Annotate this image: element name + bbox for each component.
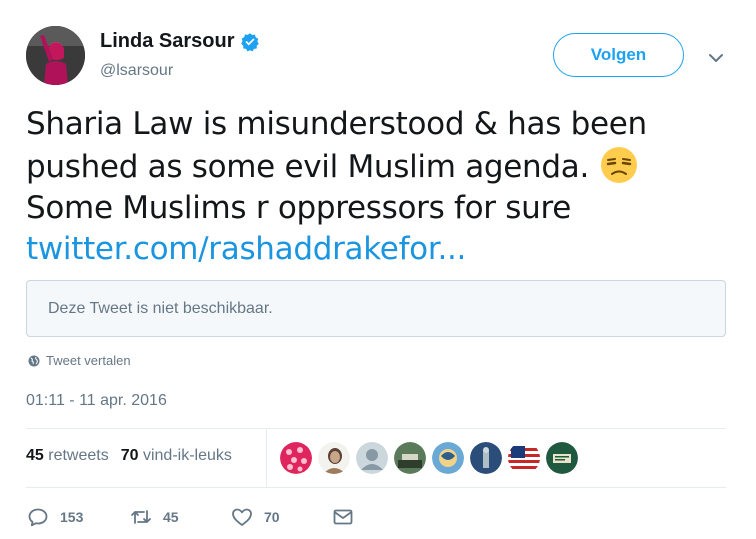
vertical-divider: [266, 429, 267, 487]
retweets-count: 45: [26, 447, 44, 464]
reply-button[interactable]: 153: [26, 505, 129, 529]
liker-avatar[interactable]: [356, 442, 388, 474]
reply-icon: [28, 508, 48, 527]
retweets-label: retweets: [48, 447, 109, 464]
liker-avatar[interactable]: [432, 442, 464, 474]
liker-avatar[interactable]: [546, 442, 578, 474]
liker-avatar[interactable]: [508, 442, 540, 474]
heart-icon: [232, 508, 252, 526]
tweet-actions: 153 45 70: [26, 505, 355, 529]
tweet-line-text: pushed as some evil Muslim agenda.: [26, 149, 590, 185]
likes-label: vind-ik-leuks: [142, 447, 232, 464]
author-name-row: Linda Sarsour: [100, 30, 260, 53]
unamused-face-icon: [601, 147, 638, 183]
quoted-tweet-unavailable: Deze Tweet is niet beschikbaar.: [26, 280, 726, 337]
likes-stat[interactable]: 70 vind-ik-leuks: [121, 447, 232, 465]
translate-tweet-link[interactable]: Tweet vertalen: [28, 353, 131, 368]
author-avatar[interactable]: [26, 26, 85, 85]
tweet-text: Sharia Law is misunderstood & has been p…: [26, 104, 726, 270]
reply-count: 153: [60, 509, 84, 525]
liker-avatar[interactable]: [280, 442, 312, 474]
retweet-icon: [131, 510, 151, 524]
envelope-icon: [333, 509, 353, 525]
tweet-line: Sharia Law is misunderstood & has been: [26, 106, 647, 142]
likes-count: 70: [120, 447, 139, 464]
divider: [26, 428, 726, 429]
tweet-link[interactable]: twitter.com/rashaddrakefor...: [26, 229, 726, 270]
tweet-line: Some Muslims r oppressors for sure: [26, 190, 572, 226]
retweet-button[interactable]: 45: [129, 505, 230, 529]
liker-avatar[interactable]: [394, 442, 426, 474]
liker-avatar[interactable]: [470, 442, 502, 474]
liker-avatars: [280, 442, 578, 474]
follow-button[interactable]: Volgen: [553, 33, 684, 77]
verified-badge-icon: [241, 32, 260, 51]
tweet-line: pushed as some evil Muslim agenda.: [26, 145, 726, 188]
chevron-down-icon[interactable]: [706, 48, 726, 68]
author-display-name[interactable]: Linda Sarsour: [100, 30, 234, 53]
author-handle[interactable]: @lsarsour: [100, 62, 173, 80]
direct-message-button[interactable]: [331, 505, 355, 529]
retweets-stat[interactable]: 45 retweets: [26, 447, 109, 465]
tweet-timestamp[interactable]: 01:11 - 11 apr. 2016: [26, 392, 167, 410]
divider: [26, 487, 726, 488]
translate-label: Tweet vertalen: [46, 353, 131, 368]
like-count: 70: [264, 509, 280, 525]
liker-avatar[interactable]: [318, 442, 350, 474]
retweet-count: 45: [163, 509, 179, 525]
globe-icon: [28, 355, 40, 366]
like-button[interactable]: 70: [230, 505, 331, 529]
tweet-stats: 45 retweets 70 vind-ik-leuks: [26, 447, 232, 465]
